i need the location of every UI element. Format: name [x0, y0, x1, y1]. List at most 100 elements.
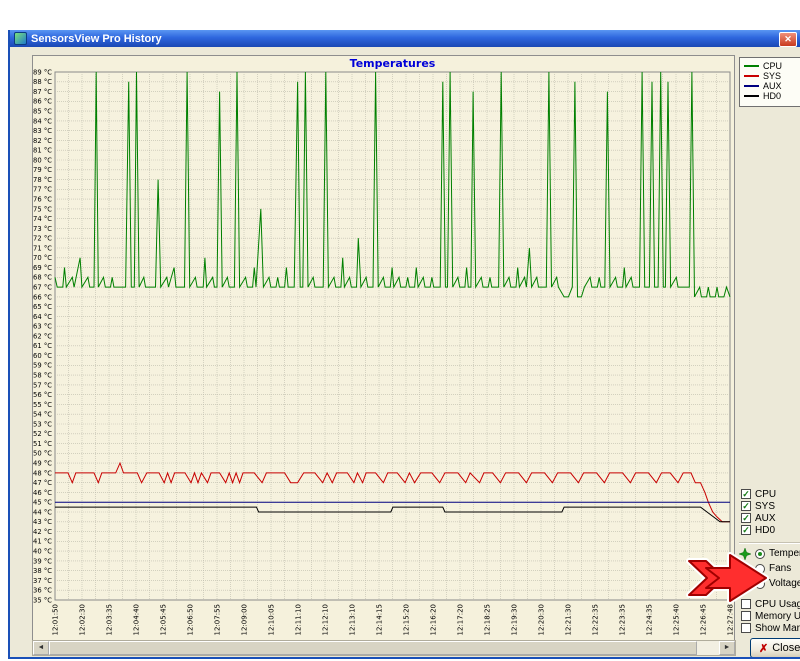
svg-text:55 °C: 55 °C: [33, 401, 52, 409]
svg-text:40 °C: 40 °C: [33, 548, 52, 556]
legend-item-cpu: CPU: [744, 61, 800, 71]
svg-text:51 °C: 51 °C: [33, 440, 52, 448]
svg-text:63 °C: 63 °C: [33, 323, 52, 331]
checkbox-label: SYS: [755, 501, 775, 512]
svg-text:12:15:20: 12:15:20: [403, 604, 411, 635]
panel-separator: [739, 542, 800, 544]
checkbox-label: AUX: [755, 513, 776, 524]
svg-text:12:11:10: 12:11:10: [295, 604, 303, 635]
svg-text:12:22:35: 12:22:35: [592, 604, 600, 635]
memory-usage-checkbox[interactable]: [741, 611, 751, 621]
svg-text:50 °C: 50 °C: [33, 450, 52, 458]
svg-text:73 °C: 73 °C: [33, 225, 52, 233]
svg-text:80 °C: 80 °C: [33, 156, 52, 164]
red-arrow-annotation: [686, 549, 770, 607]
client-area: 35 °C36 °C37 °C38 °C39 °C40 °C41 °C42 °C…: [10, 47, 800, 657]
svg-text:12:10:05: 12:10:05: [268, 604, 276, 635]
checkbox-label: HD0: [755, 525, 775, 536]
chart-horizontal-scrollbar[interactable]: [32, 640, 736, 656]
scrollbar-thumb[interactable]: [49, 641, 697, 655]
svg-text:12:21:30: 12:21:30: [565, 604, 573, 635]
svg-text:86 °C: 86 °C: [33, 98, 52, 106]
checkbox-row-memory-usage[interactable]: Memory Usage: [741, 610, 800, 622]
svg-text:82 °C: 82 °C: [33, 137, 52, 145]
svg-text:68 °C: 68 °C: [33, 274, 52, 282]
svg-text:87 °C: 87 °C: [33, 88, 52, 96]
svg-text:48 °C: 48 °C: [33, 469, 52, 477]
svg-text:77 °C: 77 °C: [33, 186, 52, 194]
svg-text:12:25:40: 12:25:40: [673, 604, 681, 635]
svg-text:65 °C: 65 °C: [33, 303, 52, 311]
legend-item-hd0: HD0: [744, 91, 800, 101]
svg-text:12:23:35: 12:23:35: [619, 604, 627, 635]
checkbox-label: Memory Usage: [755, 611, 800, 622]
svg-text:72 °C: 72 °C: [33, 235, 52, 243]
radio-label: Fans: [769, 563, 791, 574]
scroll-right-arrow-icon[interactable]: [719, 641, 735, 655]
svg-text:41 °C: 41 °C: [33, 538, 52, 546]
legend-label: CPU: [763, 61, 782, 71]
radio-label: Temperatures: [769, 548, 800, 559]
svg-text:12:12:10: 12:12:10: [322, 604, 330, 635]
show-marks-checkbox[interactable]: [741, 623, 751, 633]
sensor-series-toggles: CPU SYS AUX HD0: [741, 488, 776, 536]
svg-text:66 °C: 66 °C: [33, 293, 52, 301]
svg-text:12:03:35: 12:03:35: [106, 604, 114, 635]
svg-text:12:16:20: 12:16:20: [430, 604, 438, 635]
close-button[interactable]: Close: [750, 638, 800, 658]
svg-text:53 °C: 53 °C: [33, 420, 52, 428]
checkbox-row-cpu[interactable]: CPU: [741, 488, 776, 500]
svg-text:85 °C: 85 °C: [33, 108, 52, 116]
svg-text:49 °C: 49 °C: [33, 460, 52, 468]
svg-text:58 °C: 58 °C: [33, 372, 52, 380]
temperature-history-chart: 35 °C36 °C37 °C38 °C39 °C40 °C41 °C42 °C…: [32, 55, 735, 641]
checkbox-row-hd0[interactable]: HD0: [741, 524, 776, 536]
titlebar[interactable]: SensorsView Pro History: [10, 30, 800, 47]
cpu-line-swatch: [744, 65, 759, 67]
svg-text:75 °C: 75 °C: [33, 205, 52, 213]
svg-text:36 °C: 36 °C: [33, 587, 52, 595]
svg-text:12:04:40: 12:04:40: [133, 604, 141, 635]
scroll-left-arrow-icon[interactable]: [33, 641, 49, 655]
checkbox-row-show-marks[interactable]: Show Marks: [741, 622, 800, 634]
svg-text:71 °C: 71 °C: [33, 244, 52, 252]
svg-text:12:14:15: 12:14:15: [376, 604, 384, 635]
svg-text:78 °C: 78 °C: [33, 176, 52, 184]
radio-label: Voltages: [769, 578, 800, 589]
chart-canvas: 35 °C36 °C37 °C38 °C39 °C40 °C41 °C42 °C…: [33, 56, 734, 640]
svg-text:44 °C: 44 °C: [33, 508, 52, 516]
hd0-checkbox[interactable]: [741, 525, 751, 535]
svg-text:12:19:30: 12:19:30: [511, 604, 519, 635]
legend-item-sys: SYS: [744, 71, 800, 81]
window-close-button[interactable]: [779, 32, 797, 47]
svg-text:74 °C: 74 °C: [33, 215, 52, 223]
legend-label: SYS: [763, 71, 781, 81]
legend-label: HD0: [763, 91, 781, 101]
hd0-line-swatch: [744, 95, 759, 97]
svg-text:38 °C: 38 °C: [33, 567, 52, 575]
svg-text:70 °C: 70 °C: [33, 254, 52, 262]
svg-text:12:06:50: 12:06:50: [187, 604, 195, 635]
app-icon: [14, 32, 27, 45]
svg-text:Temperatures: Temperatures: [350, 57, 436, 70]
svg-text:12:01:50: 12:01:50: [52, 604, 60, 635]
checkbox-row-aux[interactable]: AUX: [741, 512, 776, 524]
svg-text:12:27:48: 12:27:48: [727, 604, 735, 635]
sys-checkbox[interactable]: [741, 501, 751, 511]
checkbox-row-sys[interactable]: SYS: [741, 500, 776, 512]
svg-text:81 °C: 81 °C: [33, 147, 52, 155]
svg-text:12:24:35: 12:24:35: [646, 604, 654, 635]
cpu-checkbox[interactable]: [741, 489, 751, 499]
window-title: SensorsView Pro History: [31, 33, 162, 45]
close-x-icon: [759, 642, 768, 655]
svg-text:64 °C: 64 °C: [33, 313, 52, 321]
svg-text:12:17:20: 12:17:20: [457, 604, 465, 635]
svg-text:56 °C: 56 °C: [33, 391, 52, 399]
aux-checkbox[interactable]: [741, 513, 751, 523]
checkbox-label: CPU: [755, 489, 776, 500]
svg-text:57 °C: 57 °C: [33, 381, 52, 389]
svg-text:76 °C: 76 °C: [33, 196, 52, 204]
svg-text:12:09:00: 12:09:00: [241, 604, 249, 635]
svg-text:37 °C: 37 °C: [33, 577, 52, 585]
svg-text:47 °C: 47 °C: [33, 479, 52, 487]
